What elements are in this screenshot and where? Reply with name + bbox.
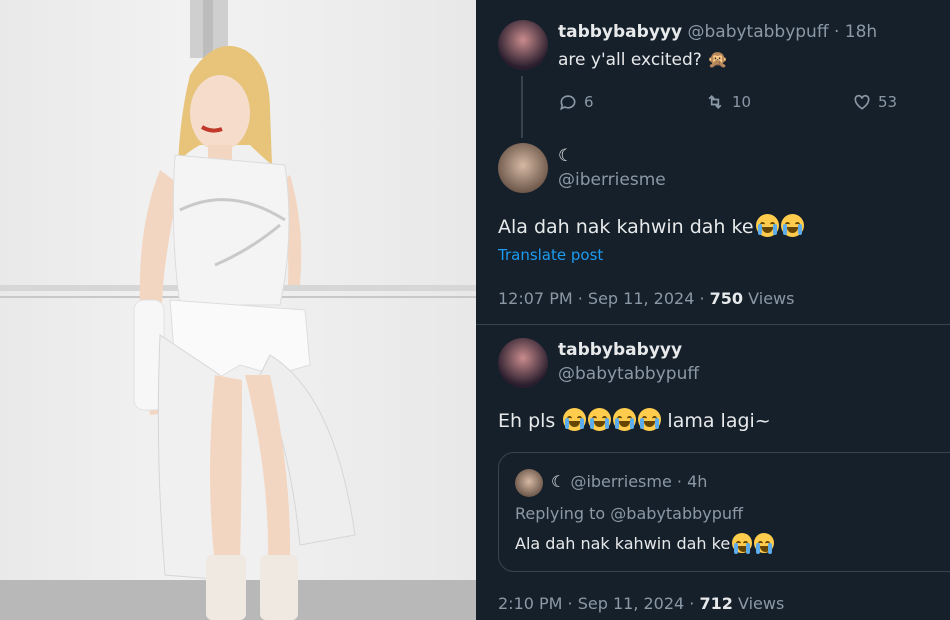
reply-main-timestamp[interactable]: 12:07 PM · Sep 11, 2024 · xyxy=(498,289,710,308)
crying-emoji xyxy=(732,533,753,554)
like-button[interactable]: 53 xyxy=(852,92,897,112)
divider xyxy=(476,324,950,325)
reply2-text-line: Eh pls lama lagi~ xyxy=(498,408,771,432)
avatar-tabbybabyyy[interactable] xyxy=(498,338,548,388)
tweet-thread: tabbybabyyy @babytabbypuff · 18h are y'a… xyxy=(476,0,950,620)
tweet1-display-name[interactable]: tabbybabyyy xyxy=(558,22,682,42)
retweet-icon xyxy=(708,94,722,110)
avatar-tabbybabyyy[interactable] xyxy=(498,20,548,70)
reply2-timestamp[interactable]: 2:10 PM · Sep 11, 2024 · xyxy=(498,594,699,613)
quote-display-name[interactable]: ☾ xyxy=(551,472,565,491)
reply-main-text-line: Ala dah nak kahwin dah ke xyxy=(498,214,804,238)
reply2-text-before: Eh pls xyxy=(498,410,556,432)
tweet1-text: are y'all excited? 🙊 xyxy=(558,50,729,70)
reply-handle[interactable]: @iberriesme xyxy=(558,170,666,190)
reply-count: 6 xyxy=(584,93,594,111)
laughing-crying-emoji xyxy=(588,408,612,431)
reply2-meta[interactable]: 2:10 PM · Sep 11, 2024 · 712 Views xyxy=(498,594,784,613)
laughing-crying-emoji xyxy=(563,408,587,431)
quoted-tweet[interactable]: ☾ @iberriesme · 4h Replying to @babytabb… xyxy=(498,452,950,572)
like-count: 53 xyxy=(878,93,898,111)
avatar-iberriesme[interactable] xyxy=(498,143,548,193)
person-photo xyxy=(133,45,356,620)
crying-emoji xyxy=(780,214,804,237)
tweet1-separator: · xyxy=(833,22,840,42)
reply-main-meta[interactable]: 12:07 PM · Sep 11, 2024 · 750 Views xyxy=(498,289,794,308)
thread-connector xyxy=(521,76,523,138)
reply-main-views-count: 750 xyxy=(709,289,744,308)
quote-handle[interactable]: @iberriesme xyxy=(570,472,671,491)
crying-emoji xyxy=(754,533,775,554)
translate-post-link[interactable]: Translate post xyxy=(498,246,603,264)
quote-avatar[interactable] xyxy=(515,469,543,497)
laughing-crying-emoji xyxy=(638,408,662,431)
reply-main-views-label: Views xyxy=(748,289,795,308)
reply2-views-count: 712 xyxy=(699,594,733,613)
quote-text: Ala dah nak kahwin dah ke xyxy=(515,534,731,553)
tweet1-time[interactable]: 18h xyxy=(845,22,877,42)
crying-emoji xyxy=(755,214,779,237)
laughing-crying-emoji xyxy=(613,408,637,431)
reply-display-name[interactable]: ☾ xyxy=(558,146,573,166)
tweet1-handle[interactable]: @babytabbypuff xyxy=(687,22,828,42)
reply2-display-name[interactable]: tabbybabyyy xyxy=(558,340,682,360)
retweet-count: 10 xyxy=(732,93,752,111)
reply2-handle[interactable]: @babytabbypuff xyxy=(558,364,699,384)
quote-time[interactable]: · 4h xyxy=(677,472,708,491)
retweet-button[interactable]: 10 xyxy=(704,92,751,112)
reply-main-text: Ala dah nak kahwin dah ke xyxy=(498,216,754,238)
reply2-views-label: Views xyxy=(737,594,785,613)
photo-panel xyxy=(0,0,476,620)
reply2-text-after: lama lagi~ xyxy=(667,410,771,432)
reply-icon xyxy=(560,95,576,111)
heart-icon xyxy=(854,94,870,110)
quote-text-line: Ala dah nak kahwin dah ke xyxy=(515,533,775,554)
reply-button[interactable]: 6 xyxy=(558,92,594,112)
quote-replying-to[interactable]: Replying to @babytabbypuff xyxy=(515,504,743,523)
